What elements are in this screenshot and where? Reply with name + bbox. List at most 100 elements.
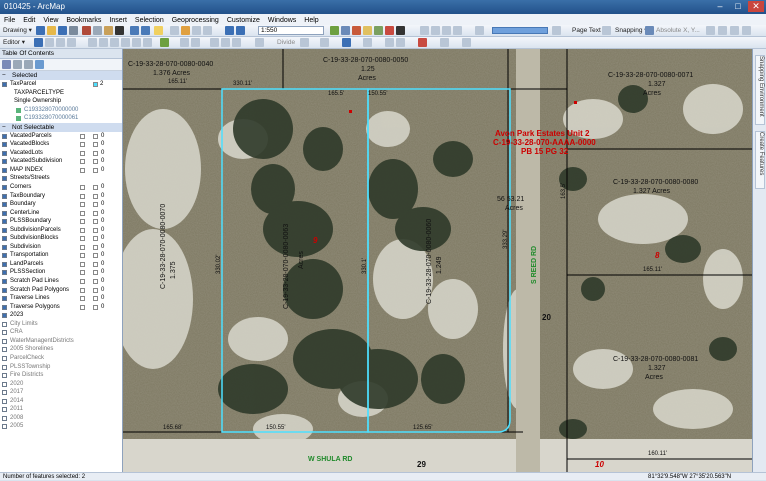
toc-parcel-id[interactable]: C193328070000061 [0, 114, 122, 123]
list-by-drawing-order-icon[interactable] [2, 60, 11, 69]
selection-swatch-icon[interactable] [93, 185, 98, 191]
selectable-toggle-icon[interactable] [80, 219, 85, 225]
toc-layer-row[interactable]: VacatedSubdivision 0 [0, 157, 122, 166]
copy-icon[interactable] [93, 26, 102, 35]
selectable-toggle-icon[interactable] [80, 253, 85, 259]
selectable-toggle-icon[interactable] [80, 210, 85, 216]
layer-checkbox[interactable] [2, 202, 7, 208]
label-icon[interactable] [418, 38, 427, 47]
list-by-selection-icon[interactable] [35, 60, 44, 69]
toc-layer-row[interactable]: 2008 [0, 414, 122, 423]
layer-checkbox[interactable] [2, 193, 7, 199]
back-icon[interactable] [475, 26, 484, 35]
selection-swatch-icon[interactable] [93, 244, 98, 250]
layer-icon[interactable] [330, 26, 339, 35]
selection-swatch-icon[interactable] [93, 279, 98, 285]
fill-icon[interactable] [203, 26, 212, 35]
collapse-icon[interactable]: − [2, 71, 6, 80]
toc-layer-row[interactable]: Corners 0 [0, 183, 122, 192]
layer-checkbox[interactable] [2, 82, 7, 87]
rotate-icon[interactable] [236, 26, 245, 35]
map-tips-icon[interactable] [342, 38, 351, 47]
full-extent-icon[interactable] [453, 26, 462, 35]
forward-icon[interactable] [552, 26, 561, 35]
toc-layer-row[interactable]: 2005 Shorelines [0, 345, 122, 354]
selection-swatch-icon[interactable] [93, 253, 98, 259]
toc-layer-row[interactable]: PLSSSection 0 [0, 268, 122, 277]
delete-icon[interactable] [115, 26, 124, 35]
toc-layer-row[interactable]: Scratch Pad Polygons 0 [0, 286, 122, 295]
go-to-xy-icon[interactable] [440, 38, 449, 47]
toc-layer-row[interactable]: Transportation 0 [0, 251, 122, 260]
selectable-toggle-icon[interactable] [80, 270, 85, 276]
text-icon[interactable] [170, 26, 179, 35]
toc-layer-row[interactable]: VacatedParcels 0 [0, 132, 122, 141]
edit-annotation-icon[interactable] [45, 38, 54, 47]
layer-checkbox[interactable] [2, 407, 7, 413]
selection-swatch-icon[interactable] [93, 236, 98, 242]
layer-checkbox[interactable] [2, 364, 7, 370]
layer-checkbox[interactable] [2, 338, 7, 344]
toc-layer-row[interactable]: Boundary 0 [0, 200, 122, 209]
cut-polygon-icon[interactable] [99, 38, 108, 47]
rotate-edit-icon[interactable] [121, 38, 130, 47]
clear-selection-icon[interactable] [385, 38, 394, 47]
layer-checkbox[interactable] [2, 313, 7, 319]
close-button[interactable]: ✕ [748, 1, 764, 12]
toc-layer-row[interactable]: VacatedLots 0 [0, 149, 122, 158]
layer-checkbox[interactable] [2, 330, 7, 336]
line-icon[interactable] [192, 26, 201, 35]
selectable-toggle-icon[interactable] [80, 193, 85, 199]
toc-layer-row[interactable]: CRA [0, 328, 122, 337]
toc-group-selected[interactable]: − Selected [0, 71, 122, 80]
layer-checkbox[interactable] [2, 321, 7, 327]
collapse-icon[interactable]: − [2, 123, 6, 132]
add-data-icon[interactable] [154, 26, 163, 35]
toc-layer-row[interactable]: ParcelCheck [0, 354, 122, 363]
layer-checkbox[interactable] [2, 210, 7, 216]
html-popup-icon[interactable] [396, 38, 405, 47]
split-icon[interactable] [110, 38, 119, 47]
sketch-properties-icon[interactable] [143, 38, 152, 47]
layer-checkbox[interactable] [2, 159, 7, 165]
selectable-toggle-icon[interactable] [80, 279, 85, 285]
layer-checkbox[interactable] [2, 381, 7, 387]
toc-layer-row[interactable]: Traverse Polygons 0 [0, 303, 122, 312]
selection-swatch-icon[interactable] [93, 227, 98, 233]
identify-icon[interactable] [718, 26, 727, 35]
selectable-toggle-icon[interactable] [80, 287, 85, 293]
toc-layer-taxparcel[interactable]: TaxParcel 2 [0, 80, 122, 89]
snapping-environment-tab[interactable]: Snapping Environment [755, 55, 765, 125]
drawing-menu[interactable]: Drawing ▾ [3, 25, 32, 37]
layer-checkbox[interactable] [2, 296, 7, 302]
selection-swatch-icon[interactable] [93, 202, 98, 208]
find-icon[interactable] [730, 26, 739, 35]
select-features-icon[interactable] [363, 38, 372, 47]
selectable-toggle-icon[interactable] [80, 261, 85, 267]
map-scale-combo[interactable]: 1:550 [258, 26, 324, 35]
layer-checkbox[interactable] [2, 219, 7, 225]
selectable-toggle-icon[interactable] [80, 159, 85, 165]
zoom-out-icon[interactable] [431, 26, 440, 35]
layer-checkbox[interactable] [2, 185, 7, 191]
layer-checkbox[interactable] [2, 347, 7, 353]
layer-checkbox[interactable] [2, 253, 7, 259]
page-icon[interactable] [602, 26, 611, 35]
layer-checkbox[interactable] [2, 150, 7, 156]
create-features-tab[interactable]: Create Features [755, 131, 765, 189]
cut-icon[interactable] [82, 26, 91, 35]
layer-checkbox[interactable] [2, 236, 7, 242]
toc-layer-row[interactable]: PLSSBoundary 0 [0, 217, 122, 226]
toc-group-not-selectable[interactable]: − Not Selectable [0, 122, 122, 132]
selectable-toggle-icon[interactable] [80, 167, 85, 173]
selectable-toggle-icon[interactable] [80, 227, 85, 233]
vertex-icon[interactable] [67, 38, 76, 47]
layer-checkbox[interactable] [2, 373, 7, 379]
straight-segment-icon[interactable] [56, 38, 65, 47]
toc-layer-row[interactable]: 2017 [0, 388, 122, 397]
minimize-button[interactable]: – [712, 1, 728, 12]
layer-checkbox[interactable] [2, 355, 7, 361]
georeference-icon[interactable] [320, 38, 329, 47]
selectable-toggle-icon[interactable] [80, 304, 85, 310]
select-parcel-icon[interactable] [191, 38, 200, 47]
